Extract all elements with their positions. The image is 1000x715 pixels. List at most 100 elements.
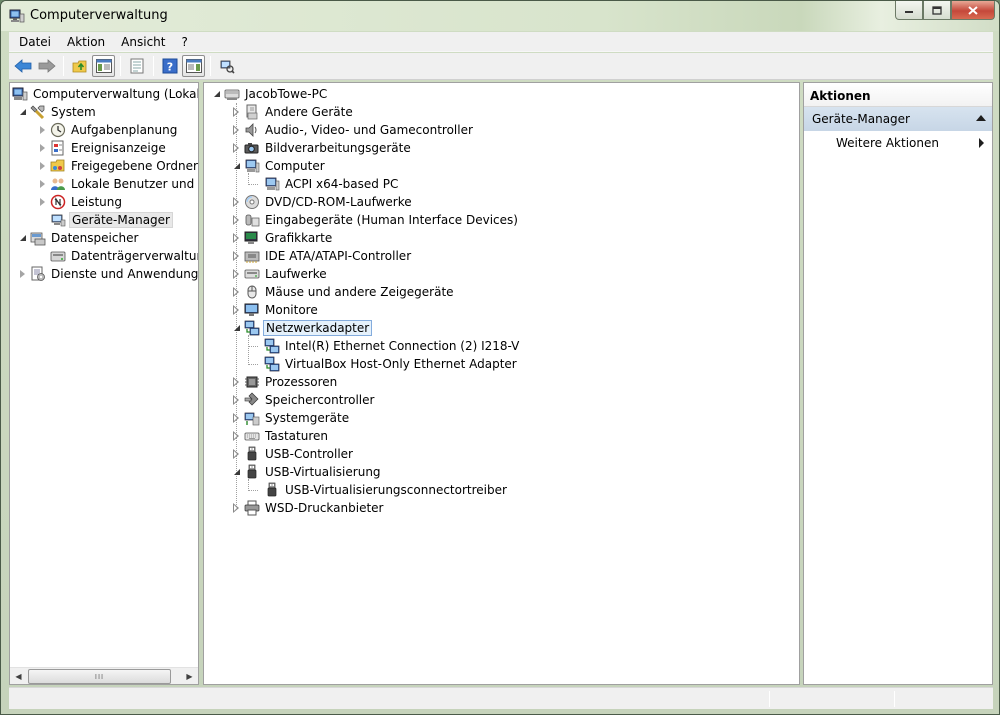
device-category-laufwerke[interactable]: Laufwerke bbox=[232, 265, 329, 283]
toolbar-separator bbox=[63, 56, 64, 76]
maximize-button[interactable] bbox=[923, 1, 951, 20]
device-category-maeuse-zeigegeraete[interactable]: Mäuse und andere Zeigegeräte bbox=[232, 283, 456, 301]
device-category-dvd-cdrom-laufwerke[interactable]: DVD/CD-ROM-Laufwerke bbox=[232, 193, 414, 211]
collapse-arrow-icon[interactable] bbox=[212, 89, 222, 99]
export-list-button[interactable] bbox=[125, 55, 148, 77]
menu-ansicht[interactable]: Ansicht bbox=[113, 35, 173, 49]
collapse-arrow-icon[interactable] bbox=[18, 233, 28, 243]
tree-item-ereignisanzeige[interactable]: Ereignisanzeige bbox=[38, 139, 168, 157]
tree-item-root[interactable]: Computerverwaltung (Lokal) bbox=[12, 85, 198, 103]
collapse-arrow-icon[interactable] bbox=[18, 107, 28, 117]
expand-arrow-icon[interactable] bbox=[38, 161, 48, 171]
expand-arrow-icon[interactable] bbox=[18, 269, 28, 279]
device-category-ide-ata-atapi-controller[interactable]: IDE ATA/ATAPI-Controller bbox=[232, 247, 413, 265]
scan-hardware-button[interactable] bbox=[215, 55, 238, 77]
navigation-tree-pane[interactable]: Computerverwaltung (Lokal) System Aufgab… bbox=[9, 82, 199, 685]
device-category-usb-controller[interactable]: USB-Controller bbox=[232, 445, 355, 463]
expand-arrow-icon[interactable] bbox=[232, 449, 242, 459]
scroll-right-button[interactable]: ▶ bbox=[181, 668, 198, 684]
device-category-speichercontroller[interactable]: Speichercontroller bbox=[232, 391, 376, 409]
tree-label: ACPI x64-based PC bbox=[285, 177, 399, 191]
expand-arrow-icon[interactable] bbox=[232, 377, 242, 387]
expand-arrow-icon[interactable] bbox=[232, 503, 242, 513]
actions-group-device-manager[interactable]: Geräte-Manager bbox=[804, 107, 992, 131]
horizontal-scrollbar[interactable]: ◀ III ▶ bbox=[10, 667, 198, 684]
device-category-audio-video-gamecontroller[interactable]: Audio-, Video- und Gamecontroller bbox=[232, 121, 475, 139]
device-item[interactable]: USB-Virtualisierungsconnectortreiber bbox=[252, 481, 509, 499]
menu-datei[interactable]: Datei bbox=[11, 35, 59, 49]
device-category-usb-virtualisierung[interactable]: USB-Virtualisierung bbox=[232, 463, 383, 481]
tree-label: USB-Controller bbox=[265, 447, 353, 461]
tree-item-datenspeicher[interactable]: Datenspeicher bbox=[18, 229, 140, 247]
expand-arrow-icon[interactable] bbox=[232, 413, 242, 423]
expand-arrow-icon[interactable] bbox=[38, 179, 48, 189]
tree-item-lokale-benutzer[interactable]: Lokale Benutzer und Gruppen bbox=[38, 175, 198, 193]
device-category-grafikkarte[interactable]: Grafikkarte bbox=[232, 229, 334, 247]
device-category-eingabegeraete[interactable]: Eingabegeräte (Human Interface Devices) bbox=[232, 211, 520, 229]
scroll-thumb[interactable]: III bbox=[28, 669, 171, 684]
device-category-bildverarbeitungsgeraete[interactable]: Bildverarbeitungsgeräte bbox=[232, 139, 413, 157]
up-button[interactable] bbox=[68, 55, 91, 77]
device-item[interactable]: VirtualBox Host-Only Ethernet Adapter bbox=[252, 355, 519, 373]
show-hide-action-pane-button[interactable] bbox=[182, 55, 205, 77]
status-separator bbox=[894, 691, 895, 707]
storage-controller-icon bbox=[244, 392, 259, 406]
scroll-left-button[interactable]: ◀ bbox=[10, 668, 27, 684]
device-category-andere-geraete[interactable]: Andere Geräte bbox=[232, 103, 355, 121]
device-item[interactable]: ACPI x64-based PC bbox=[252, 175, 400, 193]
tree-item-system[interactable]: System bbox=[18, 103, 98, 121]
performance-icon bbox=[50, 194, 66, 210]
tree-item-datentraegerverwaltung[interactable]: Datenträgerverwaltung bbox=[38, 247, 198, 265]
device-category-prozessoren[interactable]: Prozessoren bbox=[232, 373, 339, 391]
collapse-arrow-icon[interactable] bbox=[232, 323, 242, 333]
help-button[interactable]: ? bbox=[158, 55, 181, 77]
expand-arrow-icon[interactable] bbox=[232, 197, 242, 207]
tree-label: Tastaturen bbox=[265, 429, 328, 443]
menu-aktion[interactable]: Aktion bbox=[59, 35, 113, 49]
expand-arrow-icon[interactable] bbox=[232, 287, 242, 297]
more-actions-item[interactable]: Weitere Aktionen bbox=[804, 133, 992, 153]
collapse-arrow-icon[interactable] bbox=[232, 161, 242, 171]
expand-arrow-icon[interactable] bbox=[232, 107, 242, 117]
tree-item-freigegebene-ordner[interactable]: Freigegebene Ordner bbox=[38, 157, 198, 175]
show-hide-tree-button[interactable] bbox=[92, 55, 115, 77]
back-button[interactable] bbox=[11, 55, 34, 77]
tree-item-leistung[interactable]: Leistung bbox=[38, 193, 124, 211]
tree-label: Speichercontroller bbox=[265, 393, 375, 407]
expand-arrow-icon[interactable] bbox=[232, 395, 242, 405]
expand-arrow-icon[interactable] bbox=[38, 143, 48, 153]
expand-arrow-icon[interactable] bbox=[232, 143, 242, 153]
expand-arrow-icon[interactable] bbox=[232, 233, 242, 243]
expand-arrow-icon[interactable] bbox=[38, 125, 48, 135]
tree-item-geraete-manager[interactable]: Geräte-Manager bbox=[38, 211, 173, 229]
device-tree-pane[interactable]: JacobTowe-PC Andere Geräte Audio-, Video- … bbox=[203, 82, 800, 685]
monitor-icon bbox=[244, 303, 259, 316]
device-category-netzwerkadapter[interactable]: Netzwerkadapter bbox=[232, 319, 373, 337]
title-bar[interactable]: Computerverwaltung bbox=[1, 1, 999, 31]
expand-arrow-icon[interactable] bbox=[38, 197, 48, 207]
device-category-systemgeraete[interactable]: Systemgeräte bbox=[232, 409, 351, 427]
device-category-tastaturen[interactable]: Tastaturen bbox=[232, 427, 330, 445]
device-category-computer[interactable]: Computer bbox=[232, 157, 327, 175]
menu-help[interactable]: ? bbox=[173, 35, 195, 49]
tree-item-aufgabenplanung[interactable]: Aufgabenplanung bbox=[38, 121, 179, 139]
tree-item-dienste[interactable]: Dienste und Anwendungen bbox=[18, 265, 198, 283]
device-item[interactable]: Intel(R) Ethernet Connection (2) I218-V bbox=[252, 337, 521, 355]
expand-arrow-icon[interactable] bbox=[232, 125, 242, 135]
expand-arrow-icon[interactable] bbox=[232, 251, 242, 261]
collapse-arrow-icon[interactable] bbox=[232, 467, 242, 477]
back-icon bbox=[13, 59, 31, 73]
tree-label: Computer bbox=[265, 159, 325, 173]
device-tree-root[interactable]: JacobTowe-PC bbox=[212, 85, 329, 103]
expand-arrow-icon[interactable] bbox=[232, 431, 242, 441]
minimize-button[interactable] bbox=[895, 1, 923, 20]
disk-management-icon bbox=[50, 251, 66, 262]
expand-arrow-icon[interactable] bbox=[232, 305, 242, 315]
device-category-monitore[interactable]: Monitore bbox=[232, 301, 320, 319]
device-category-wsd-druckanbieter[interactable]: WSD-Druckanbieter bbox=[232, 499, 385, 517]
forward-button[interactable] bbox=[35, 55, 58, 77]
expand-arrow-icon[interactable] bbox=[232, 269, 242, 279]
expand-arrow-icon[interactable] bbox=[232, 215, 242, 225]
collapse-up-icon[interactable] bbox=[976, 115, 986, 121]
close-button[interactable] bbox=[951, 1, 995, 20]
